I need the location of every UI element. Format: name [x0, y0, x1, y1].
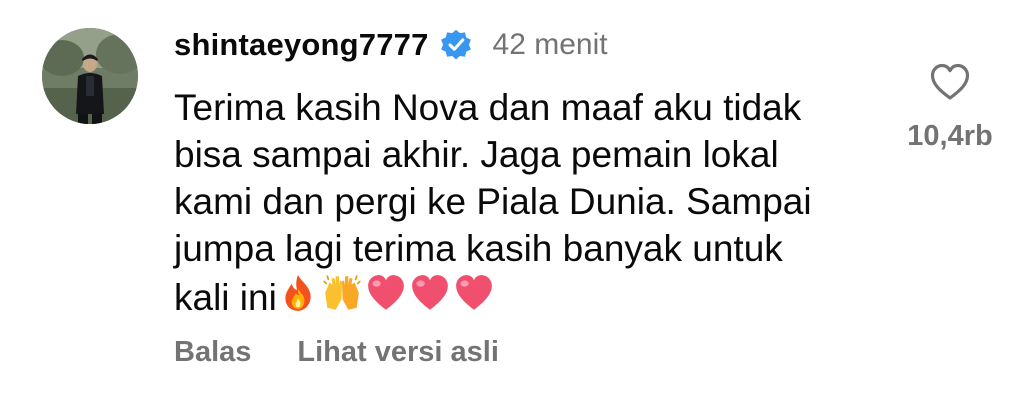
avatar[interactable]: [42, 28, 138, 124]
comment-timestamp: 42 menit: [492, 28, 608, 61]
raising-hands-emoji: [321, 272, 363, 314]
comment-item: shintaeyong7777 42 menit Terima kasih No…: [0, 0, 1024, 400]
heart-emoji: [409, 272, 451, 314]
username[interactable]: shintaeyong7777: [174, 27, 429, 63]
like-column: 10,4rb: [890, 62, 1010, 153]
emoji-group: [277, 272, 495, 314]
reply-button[interactable]: Balas: [174, 336, 251, 369]
comment-actions: Balas Lihat versi asli: [174, 336, 499, 369]
heart-emoji: [365, 272, 407, 314]
heart-outline-icon[interactable]: [929, 62, 971, 102]
verified-badge-icon: [439, 28, 473, 62]
comment-header: shintaeyong7777 42 menit: [174, 22, 608, 68]
comment-body: Terima kasih Nova dan maaf aku tidak bis…: [174, 84, 894, 321]
like-count: 10,4rb: [907, 120, 993, 152]
fire-emoji: [277, 272, 319, 314]
avatar-photo: [42, 28, 138, 124]
see-original-button[interactable]: Lihat versi asli: [297, 336, 499, 369]
heart-emoji: [453, 272, 495, 314]
